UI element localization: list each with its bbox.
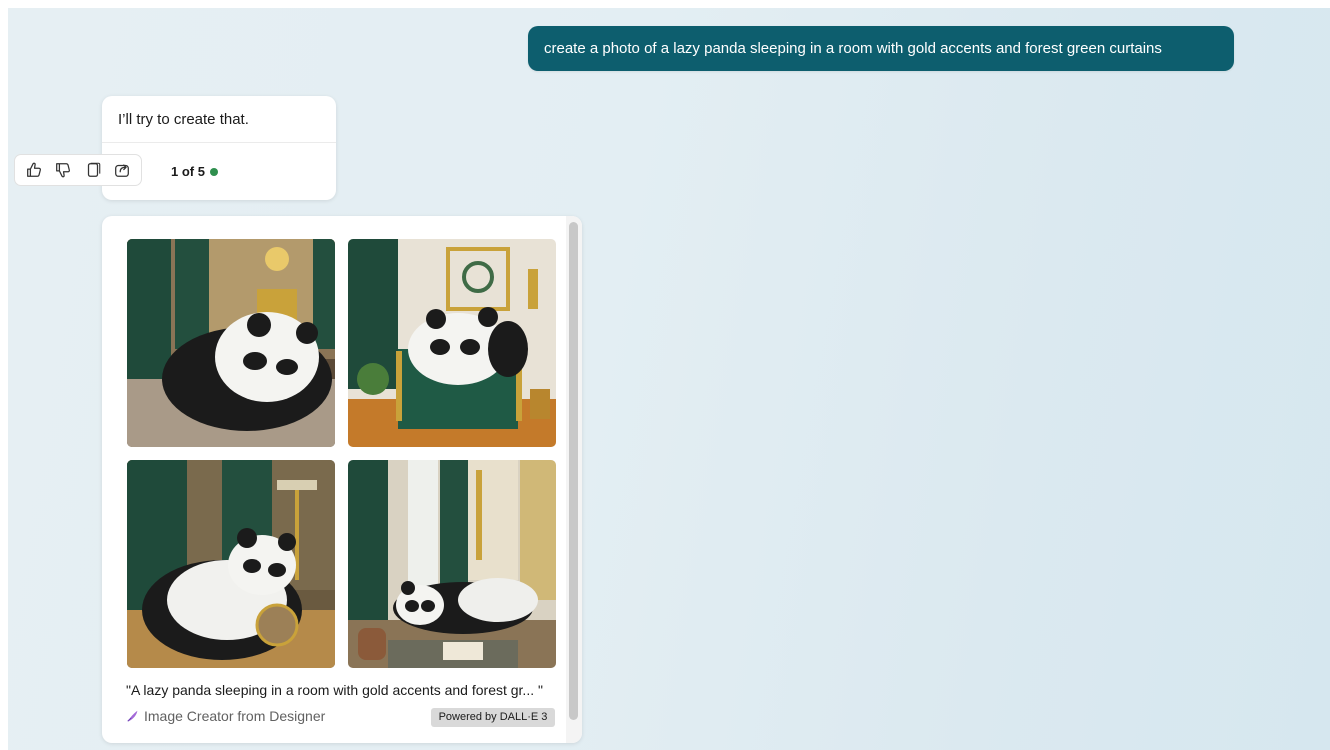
status-dot [209, 167, 218, 176]
scrollbar-thumb[interactable] [569, 222, 578, 720]
response-counter-text: 1 of 5 [171, 164, 205, 179]
response-counter: 1 of 5 [171, 164, 218, 179]
user-message-text: create a photo of a lazy panda sleeping … [544, 40, 1162, 57]
share-icon[interactable] [111, 159, 133, 181]
powered-by-text: Powered by DALL·E 3 [438, 711, 548, 723]
generated-image-3[interactable] [127, 460, 335, 668]
scrollbar-track[interactable] [566, 216, 582, 743]
user-message-bubble: create a photo of a lazy panda sleeping … [528, 26, 1234, 71]
image-creator-link[interactable]: Image Creator from Designer [126, 708, 325, 724]
generated-image-2[interactable] [348, 239, 556, 447]
designer-logo-icon [127, 710, 138, 722]
copy-icon[interactable] [82, 159, 104, 181]
image-result-card: "A lazy panda sleeping in a room with go… [102, 216, 582, 743]
bot-message-divider [102, 142, 336, 143]
generated-image-1[interactable] [127, 239, 335, 447]
generated-image-4[interactable] [348, 460, 556, 668]
message-actions [14, 154, 142, 186]
thumbs-up-icon[interactable] [23, 159, 45, 181]
thumbs-down-icon[interactable] [52, 159, 74, 181]
bot-message-text: I’ll try to create that. [118, 111, 249, 128]
image-caption: "A lazy panda sleeping in a room with go… [126, 682, 543, 698]
image-creator-label: Image Creator from Designer [144, 708, 326, 724]
powered-by-badge: Powered by DALL·E 3 [431, 708, 555, 727]
